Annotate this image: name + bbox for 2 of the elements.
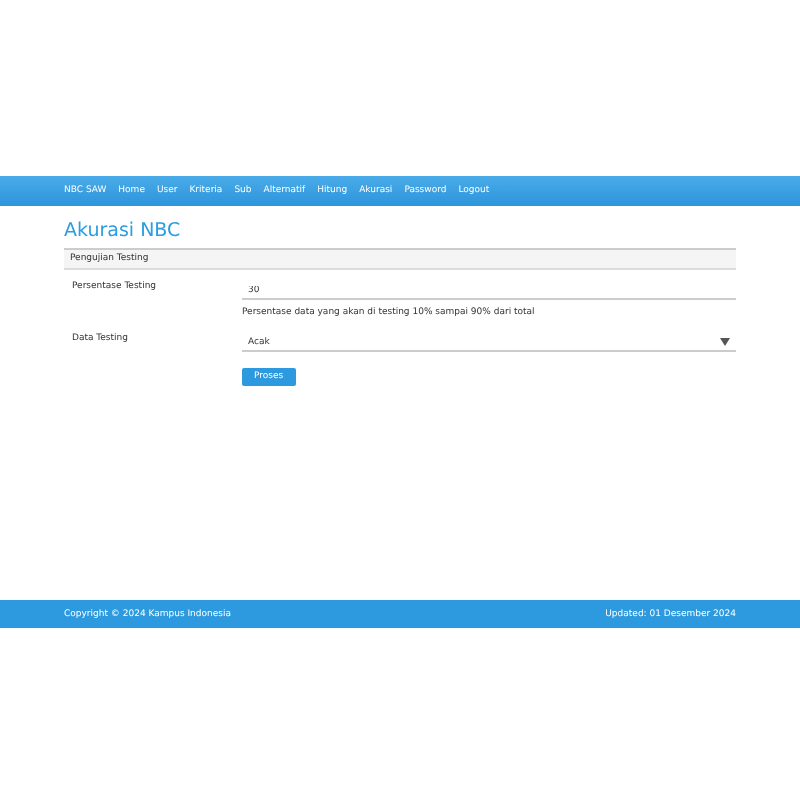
- caret-icon: [720, 338, 730, 346]
- page-title: Akurasi NBC: [64, 220, 183, 242]
